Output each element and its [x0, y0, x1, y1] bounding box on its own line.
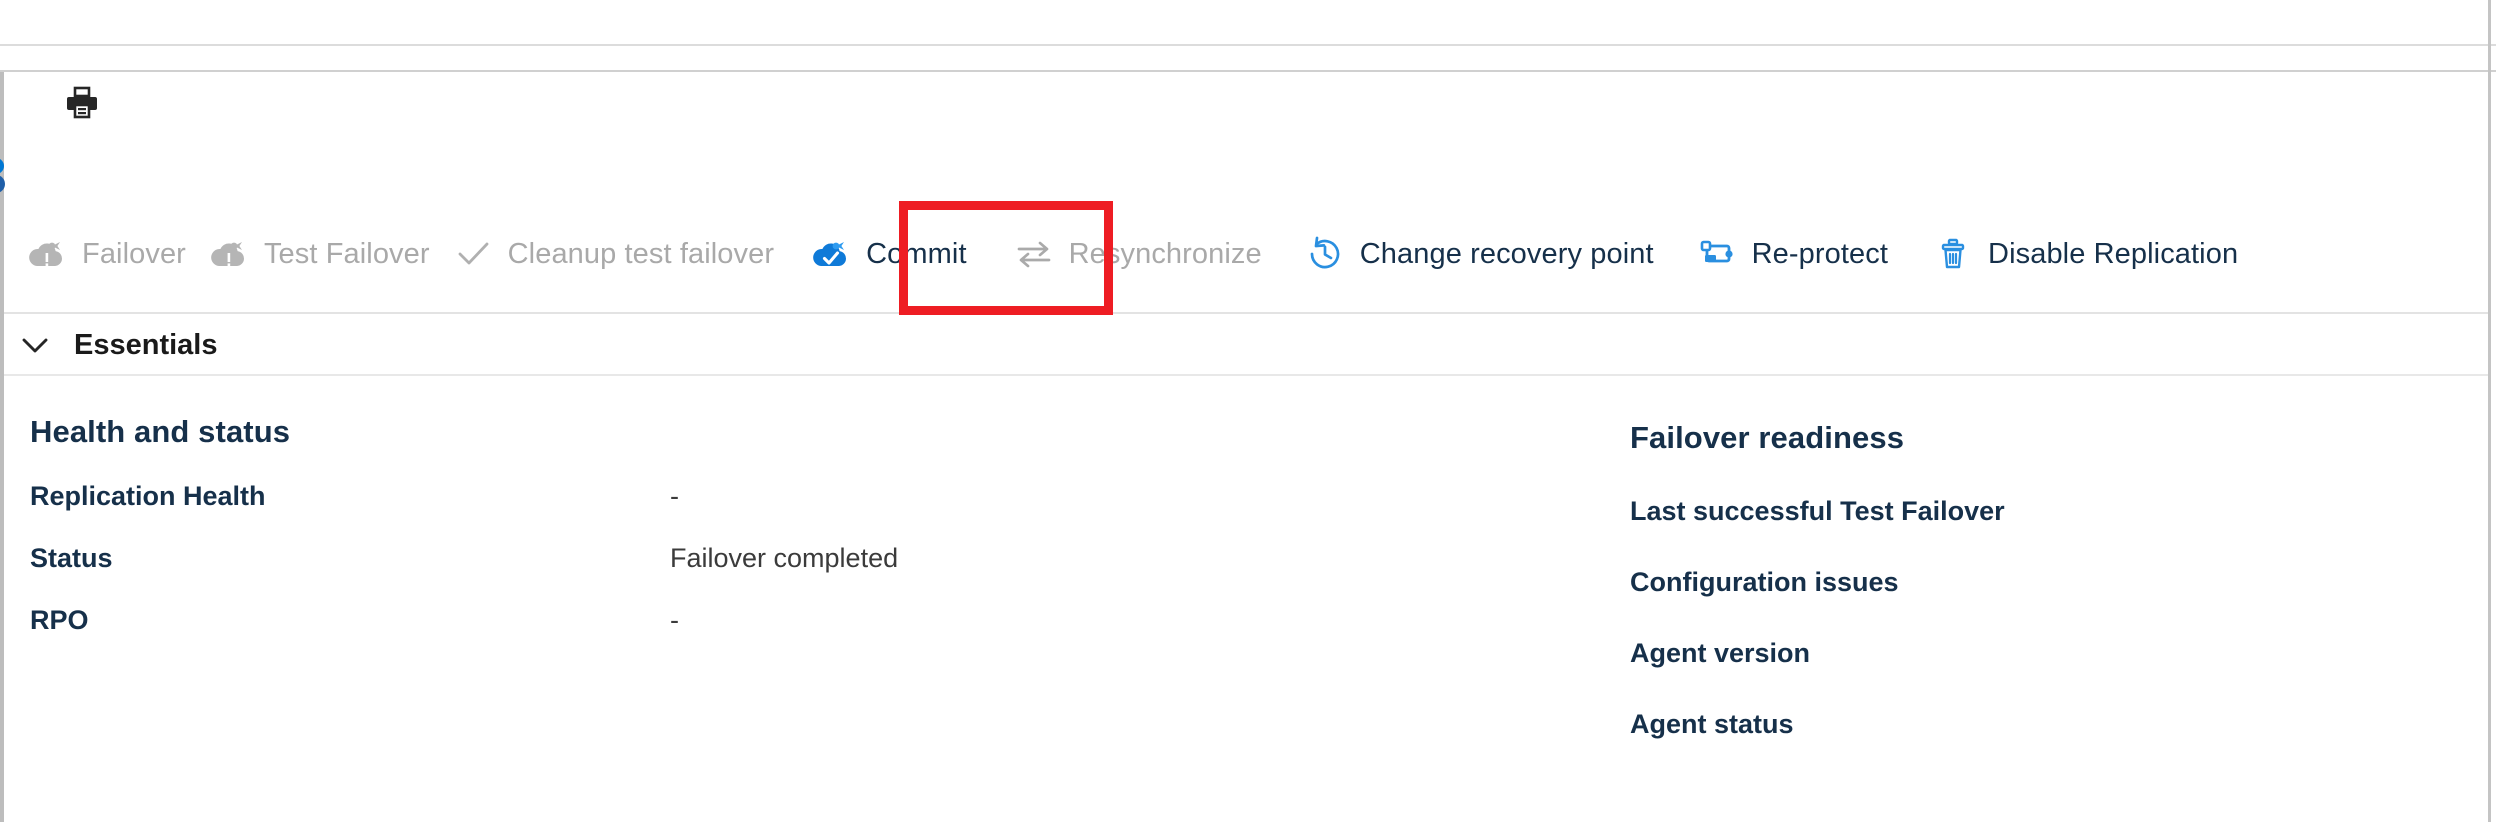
essentials-label: Essentials	[74, 328, 218, 361]
toolbar-button-failover[interactable]: Failover	[18, 219, 200, 289]
toolbar-button-commit[interactable]: Commit	[802, 219, 981, 289]
toolbar-button-cleanup-test-failover[interactable]: Cleanup test failover	[444, 219, 788, 289]
print-icon[interactable]	[64, 86, 100, 120]
failover-readiness-title: Failover readiness	[1630, 420, 1905, 455]
health-and-status-column: Health and status Replication Health - S…	[30, 378, 1010, 636]
essentials-header[interactable]: Essentials	[4, 316, 2488, 376]
top-divider-strip-lower	[0, 46, 2500, 72]
toolbar-button-change-recovery-point[interactable]: Change recovery point	[1296, 219, 1668, 289]
toolbar-button-resynchronize[interactable]: Resynchronize	[1005, 219, 1276, 289]
right-edge-rail	[2488, 0, 2491, 822]
chevron-down-icon[interactable]	[18, 328, 52, 362]
health-and-status-title: Health and status	[30, 414, 291, 449]
toolbar-button-test-failover[interactable]: Test Failover	[200, 219, 444, 289]
top-divider-strip-upper	[0, 0, 2500, 46]
trash-icon	[1932, 233, 1974, 275]
re-protect-icon	[1696, 233, 1738, 275]
toolbar-label-change-recovery-point: Change recovery point	[1359, 237, 1654, 270]
property-key: Last successful Test Failover	[1630, 496, 2005, 526]
toolbar-label-disable-replication: Disable Replication	[1988, 237, 2239, 270]
property-key: Agent version	[1630, 638, 1811, 668]
property-value: -	[670, 605, 679, 635]
property-row: Agent version	[1630, 638, 2490, 669]
toolbar-label-cleanup-test-failover: Cleanup test failover	[507, 237, 775, 270]
failover-readiness-column: Failover readiness Last successful Test …	[1630, 378, 2490, 740]
property-key: Status	[30, 543, 113, 573]
test-failover-cloud-icon	[208, 233, 250, 275]
property-key: Configuration issues	[1630, 567, 1899, 597]
property-row: Agent status	[1630, 709, 2490, 740]
commit-cloud-check-icon	[810, 233, 852, 275]
toolbar-label-failover: Failover	[82, 237, 186, 270]
history-clock-icon	[1304, 233, 1346, 275]
azure-site-recovery-panel: Failover Test Failover Cleanup test fail…	[0, 0, 2500, 822]
property-key: Replication Health	[30, 481, 266, 511]
property-value: -	[670, 481, 679, 511]
property-row: Last successful Test Failover	[1630, 496, 2490, 527]
toolbar-button-disable-replication[interactable]: Disable Replication	[1924, 219, 2252, 289]
property-key: RPO	[30, 605, 89, 635]
property-row: RPO -	[30, 605, 1010, 636]
clipped-blue-icon	[0, 154, 24, 196]
toolbar-label-re-protect: Re-protect	[1751, 237, 1889, 270]
property-row: Status Failover completed	[30, 543, 1010, 574]
property-row: Configuration issues	[1630, 567, 2490, 598]
toolbar-label-test-failover: Test Failover	[263, 237, 430, 270]
command-bar	[0, 72, 2488, 193]
checkmark-icon	[452, 233, 494, 275]
toolbar-label-commit: Commit	[866, 237, 967, 270]
toolbar-button-re-protect[interactable]: Re-protect	[1688, 219, 1902, 289]
failover-cloud-icon	[26, 233, 68, 275]
right-outer-margin	[2496, 0, 2500, 822]
essentials-body: Health and status Replication Health - S…	[4, 378, 2488, 818]
resynchronize-arrows-icon	[1013, 233, 1055, 275]
property-row: Replication Health -	[30, 481, 1010, 512]
property-value: Failover completed	[670, 543, 899, 573]
action-toolbar: Failover Test Failover Cleanup test fail…	[4, 196, 2488, 314]
toolbar-label-resynchronize: Resynchronize	[1068, 237, 1262, 270]
property-key: Agent status	[1630, 709, 1794, 739]
